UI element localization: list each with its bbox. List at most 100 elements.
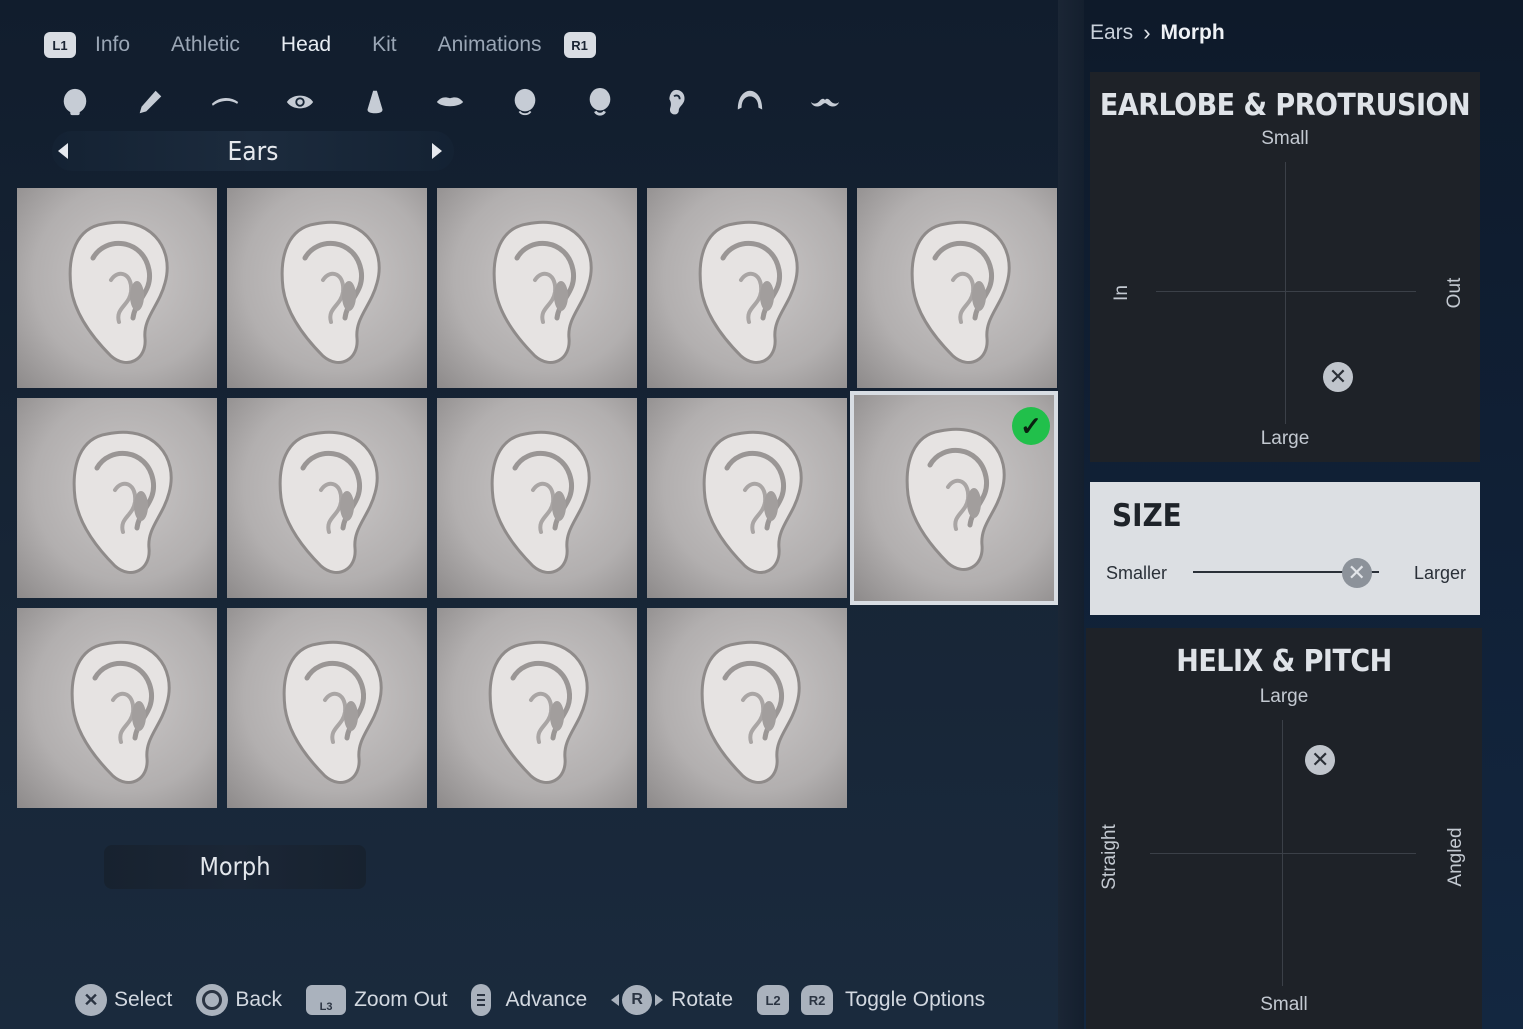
cross-button-icon: ✕: [75, 984, 107, 1016]
ear-preset-tile[interactable]: [227, 188, 427, 388]
ear-preset-tile[interactable]: [857, 188, 1057, 388]
ear-preset-tile[interactable]: [647, 398, 847, 598]
l3-stick-icon: L3: [306, 985, 347, 1015]
tab-animations[interactable]: Animations: [438, 33, 542, 57]
ear-preview-image: [492, 220, 593, 364]
size-max-label: Larger: [1413, 563, 1466, 583]
category-label: Ears: [227, 137, 279, 167]
size-slider-panel: SIZE Smaller Larger ✕: [1090, 482, 1480, 615]
ear-preset-tile[interactable]: [437, 398, 637, 598]
breadcrumb: Ears › Morph: [1090, 20, 1225, 46]
earlobe-protrusion-panel: EARLOBE & PROTRUSION Small Large In Out …: [1090, 72, 1480, 462]
button-hints: ✕ Select Back L3 Zoom Out Advance R Rota…: [75, 983, 1009, 1017]
pane-divider: [1058, 0, 1084, 1029]
hint-rotate[interactable]: R Rotate: [611, 985, 733, 1015]
breadcrumb-parent[interactable]: Ears: [1090, 21, 1133, 45]
ear-preview-image: [72, 430, 173, 574]
eye-icon[interactable]: [285, 82, 315, 122]
morph-button[interactable]: Morph: [104, 845, 366, 889]
right-stick-icon: R: [611, 985, 664, 1015]
mouth-icon[interactable]: [435, 82, 465, 122]
earlobe-title: EARLOBE & PROTRUSION: [1099, 88, 1471, 123]
helix-v-axis: [1282, 720, 1283, 986]
category-next-icon[interactable]: [432, 143, 442, 159]
ear-preset-tile[interactable]: ✓: [850, 391, 1058, 605]
head-shape-icon[interactable]: [60, 82, 90, 122]
ear-preview-image: [278, 430, 379, 574]
hint-back-label: Back: [235, 988, 283, 1011]
ear-preset-tile[interactable]: [437, 188, 637, 388]
earlobe-left-label: In: [1111, 285, 1132, 301]
jaw-icon[interactable]: [510, 82, 540, 122]
helix-title: HELIX & PITCH: [1176, 644, 1392, 679]
eyebrow-pencil-icon[interactable]: [135, 82, 165, 122]
l1-button-icon[interactable]: L1: [44, 32, 76, 58]
earlobe-right-label: Out: [1444, 277, 1465, 309]
ear-preview-image: [280, 220, 381, 364]
earlobe-handle[interactable]: ✕: [1323, 361, 1353, 392]
top-tabs: L1 Info Athletic Head Kit Animations R1: [44, 28, 596, 62]
ear-preview-image: [490, 430, 591, 574]
ear-customization-screen: L1 Info Athletic Head Kit Animations R1 …: [0, 0, 1523, 1029]
ear-preview-image: [68, 220, 169, 364]
ear-preset-tile[interactable]: [227, 608, 427, 808]
tab-athletic[interactable]: Athletic: [171, 33, 240, 57]
ear-preset-tile[interactable]: [17, 608, 217, 808]
earlobe-v-axis: [1285, 162, 1286, 424]
tab-head[interactable]: Head: [281, 33, 331, 57]
tab-info[interactable]: Info: [95, 33, 130, 57]
ear-preview-image: [70, 640, 171, 784]
helix-h-axis: [1150, 853, 1416, 854]
right-stick-letter: R: [622, 985, 653, 1015]
ear-preview-image: [910, 220, 1011, 364]
ear-preset-tile[interactable]: [647, 608, 847, 808]
helix-top-label: Large: [1259, 686, 1309, 707]
breadcrumb-current: Morph: [1160, 21, 1225, 44]
ear-preset-tile[interactable]: [437, 608, 637, 808]
hair-icon[interactable]: [735, 82, 765, 122]
hint-advance[interactable]: Advance: [471, 984, 587, 1016]
helix-bottom-label: Small: [1260, 994, 1308, 1015]
ear-preview-image: [702, 430, 803, 574]
ear-preset-tile[interactable]: [647, 188, 847, 388]
eyebrow-icon[interactable]: [210, 82, 240, 122]
size-slider-handle[interactable]: ✕: [1341, 558, 1372, 588]
helix-right-label: Angled: [1445, 827, 1466, 887]
ear-icon[interactable]: [660, 82, 690, 122]
selected-check-icon: ✓: [1012, 407, 1050, 445]
ear-preset-tile[interactable]: [17, 188, 217, 388]
l2-trigger-icon: L2: [757, 985, 790, 1015]
ear-preset-tile[interactable]: [227, 398, 427, 598]
hint-toggle-options[interactable]: L2 R2 Toggle Options: [757, 985, 985, 1015]
ear-preview-image: [698, 220, 799, 364]
r1-button-icon[interactable]: R1: [563, 32, 596, 58]
nose-icon[interactable]: [360, 82, 390, 122]
helix-handle[interactable]: ✕: [1305, 744, 1336, 775]
hint-select-label: Select: [114, 988, 173, 1011]
earlobe-h-axis: [1156, 291, 1416, 292]
mustache-icon[interactable]: [810, 82, 840, 122]
hint-zoom-out-label: Zoom Out: [354, 988, 448, 1011]
hint-toggle-options-label: Toggle Options: [845, 988, 986, 1011]
hint-back[interactable]: Back: [196, 984, 282, 1016]
helix-pitch-panel: HELIX & PITCH Large Small Straight Angle…: [1086, 628, 1482, 1029]
ear-preview-image: [488, 640, 589, 784]
tab-kit[interactable]: Kit: [372, 33, 397, 57]
chin-icon[interactable]: [585, 82, 615, 122]
helix-left-label: Straight: [1099, 824, 1120, 890]
hint-advance-label: Advance: [505, 988, 588, 1011]
ear-preview-image: [700, 640, 801, 784]
circle-button-icon: [196, 984, 229, 1016]
hint-select[interactable]: ✕ Select: [75, 984, 172, 1016]
ear-preview-image: [282, 640, 383, 784]
feature-icon-bar: [60, 82, 840, 122]
category-selector: Ears: [52, 131, 454, 171]
ear-preset-tile[interactable]: [17, 398, 217, 598]
options-button-icon: [471, 984, 492, 1016]
chevron-right-icon: ›: [1143, 20, 1151, 45]
hint-rotate-label: Rotate: [671, 988, 734, 1011]
size-title: SIZE: [1112, 498, 1182, 534]
earlobe-bottom-label: Large: [1260, 428, 1310, 449]
hint-zoom-out[interactable]: L3 Zoom Out: [306, 985, 447, 1015]
size-min-label: Smaller: [1106, 563, 1168, 583]
